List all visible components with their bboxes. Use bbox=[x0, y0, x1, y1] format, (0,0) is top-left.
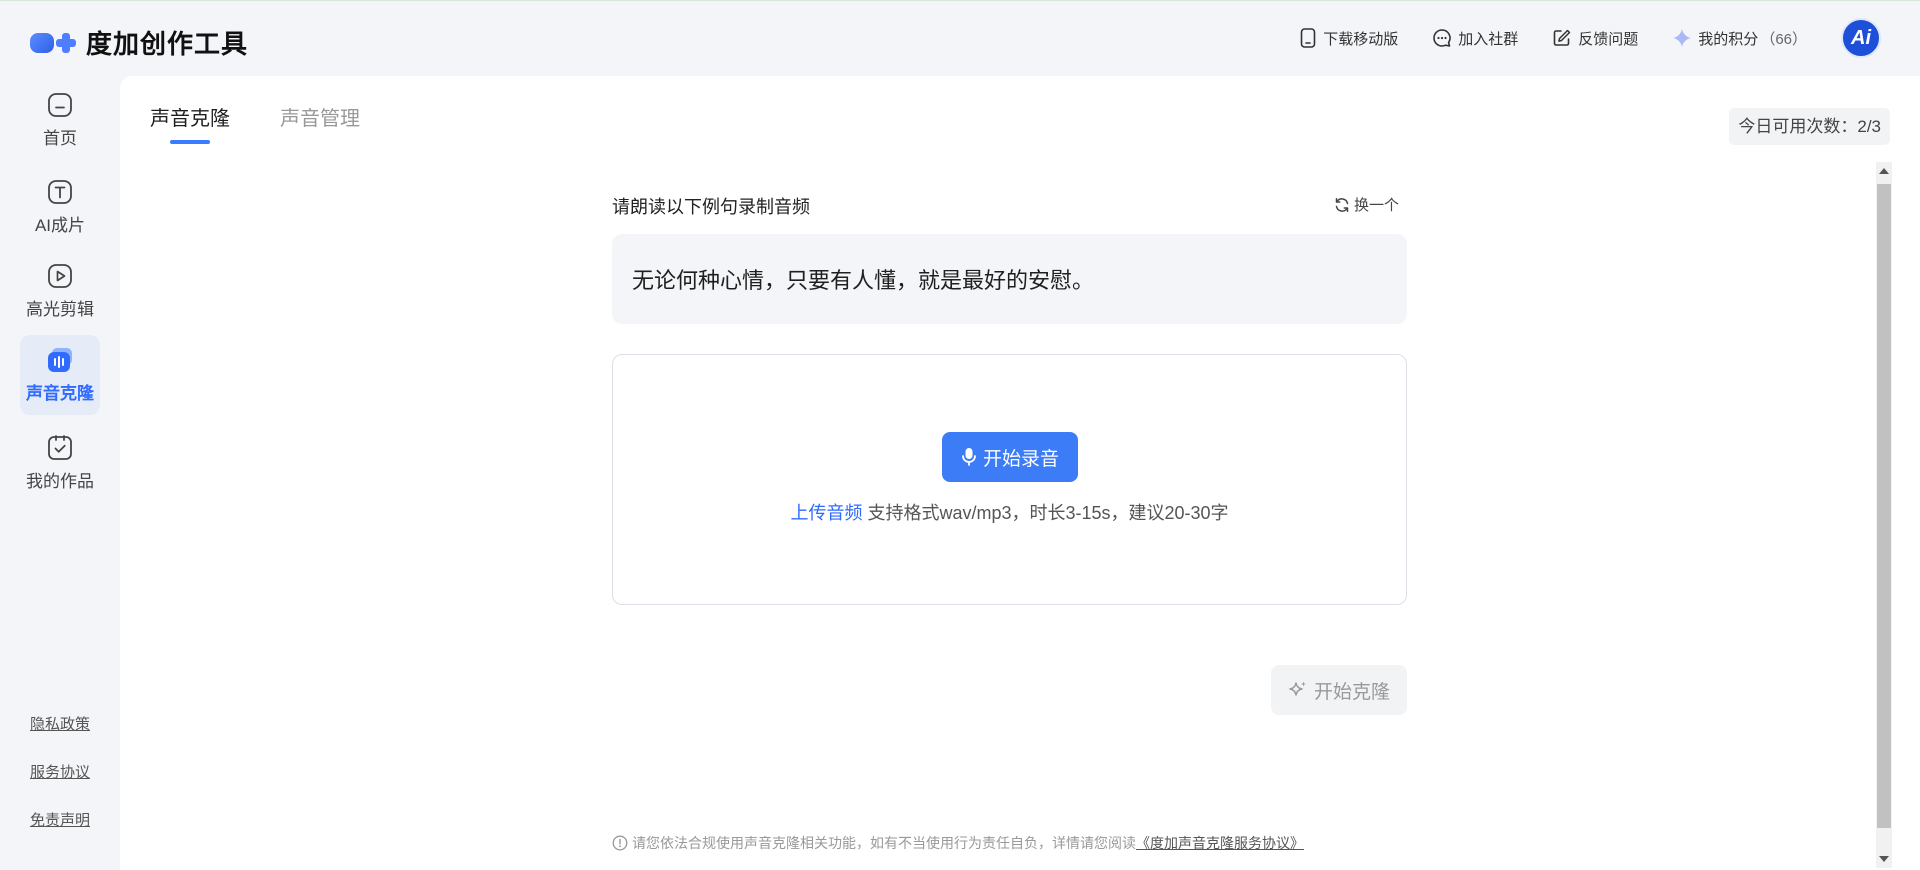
refresh-icon bbox=[1335, 197, 1349, 212]
download-mobile-label: 下载移动版 bbox=[1323, 30, 1399, 48]
microphone-icon bbox=[962, 448, 976, 466]
compliance-notice-text: 请您依法合规使用声音克隆相关功能，如有不当使用行为责任自负，详情请您阅读 bbox=[632, 835, 1136, 851]
disclaimer-link[interactable]: 免责声明 bbox=[0, 809, 120, 830]
start-recording-button[interactable]: 开始录音 bbox=[942, 432, 1078, 482]
top-actions: 下载移动版 加入社群 反馈问题 我的积分 （66） Ai bbox=[1299, 0, 1920, 76]
scroll-down-arrow[interactable] bbox=[1879, 856, 1889, 862]
avatar[interactable]: Ai bbox=[1841, 18, 1881, 58]
download-mobile-button[interactable]: 下载移动版 bbox=[1299, 28, 1398, 49]
sidebar-item-my-works[interactable]: 我的作品 bbox=[20, 423, 100, 503]
main-panel: 声音克隆 声音管理 今日可用次数：2/3 请朗读以下例句录制音频 换一个 无论何… bbox=[120, 76, 1920, 870]
sample-sentence: 无论何种心情，只要有人懂，就是最好的安慰。 bbox=[612, 234, 1407, 324]
scrollbar-thumb[interactable] bbox=[1877, 184, 1891, 828]
sparkle-icon bbox=[1289, 681, 1306, 696]
tab-voice-manage[interactable]: 声音管理 bbox=[280, 102, 360, 131]
scrollbar[interactable] bbox=[1876, 162, 1892, 868]
tab-voice-clone[interactable]: 声音克隆 bbox=[150, 102, 230, 144]
daily-quota-badge: 今日可用次数：2/3 bbox=[1729, 108, 1890, 145]
voice-clone-agreement-link[interactable]: 《度加声音克隆服务协议》 bbox=[1136, 833, 1304, 853]
start-clone-button[interactable]: 开始克隆 bbox=[1271, 665, 1407, 715]
my-points-label: 我的积分 bbox=[1698, 30, 1759, 48]
voice-icon bbox=[48, 347, 72, 372]
tab-label: 声音管理 bbox=[280, 108, 360, 130]
sparkle-icon bbox=[1673, 29, 1692, 47]
scroll-up-arrow[interactable] bbox=[1879, 168, 1889, 174]
text-icon bbox=[48, 179, 72, 204]
sidebar: 首页 AI成片 高光剪辑 声音克隆 我的作品 隐私政策 服务协议 免责声明 bbox=[0, 76, 120, 870]
play-icon bbox=[48, 263, 72, 288]
start-recording-label: 开始录音 bbox=[982, 448, 1059, 470]
prompt-title: 请朗读以下例句录制音频 bbox=[612, 197, 810, 217]
sidebar-item-home[interactable]: 首页 bbox=[20, 80, 100, 160]
service-agreement-link[interactable]: 服务协议 bbox=[0, 761, 120, 782]
sidebar-item-label: 高光剪辑 bbox=[26, 299, 94, 319]
active-tab-indicator bbox=[170, 140, 210, 144]
info-icon bbox=[612, 835, 628, 851]
app-name: 度加创作工具 bbox=[86, 29, 249, 59]
header: 度加创作工具 下载移动版 加入社群 反馈问题 我的积分 （66） Ai bbox=[0, 0, 1920, 76]
feedback-label: 反馈问题 bbox=[1578, 30, 1639, 48]
upload-hint-line: 上传音频 支持格式wav/mp3，时长3-15s，建议20-30字 bbox=[613, 499, 1406, 525]
sidebar-item-label: 我的作品 bbox=[26, 471, 94, 491]
my-points-button[interactable]: 我的积分 （66） bbox=[1672, 28, 1807, 49]
change-sentence-label: 换一个 bbox=[1354, 197, 1400, 214]
edit-icon bbox=[1553, 29, 1571, 46]
sample-sentence-text: 无论何种心情，只要有人懂，就是最好的安慰。 bbox=[632, 268, 1095, 293]
sidebar-item-highlight-edit[interactable]: 高光剪辑 bbox=[20, 251, 100, 331]
compliance-notice: 请您依法合规使用声音克隆相关功能，如有不当使用行为责任自负，详情请您阅读 《度加声… bbox=[612, 833, 1304, 853]
sidebar-item-label: 声音克隆 bbox=[26, 383, 94, 403]
recording-area: 开始录音 上传音频 支持格式wav/mp3，时长3-15s，建议20-30字 bbox=[612, 354, 1407, 605]
points-count: （66） bbox=[1760, 30, 1807, 48]
logo-icon bbox=[30, 29, 80, 57]
start-clone-label: 开始克隆 bbox=[1313, 681, 1390, 703]
mobile-icon bbox=[1300, 28, 1316, 48]
sidebar-item-label: 首页 bbox=[43, 128, 77, 148]
upload-audio-link[interactable]: 上传音频 bbox=[790, 503, 862, 523]
works-icon bbox=[48, 434, 72, 460]
change-sentence-button[interactable]: 换一个 bbox=[1334, 194, 1399, 215]
home-icon bbox=[48, 92, 72, 117]
privacy-policy-link[interactable]: 隐私政策 bbox=[0, 713, 120, 734]
sidebar-item-label: AI成片 bbox=[34, 215, 86, 235]
join-community-label: 加入社群 bbox=[1458, 30, 1519, 48]
join-community-button[interactable]: 加入社群 bbox=[1432, 28, 1518, 49]
tab-label: 声音克隆 bbox=[150, 108, 230, 130]
sidebar-item-voice-clone[interactable]: 声音克隆 bbox=[20, 335, 100, 415]
sidebar-item-ai-video[interactable]: AI成片 bbox=[20, 167, 100, 247]
chat-icon bbox=[1433, 29, 1452, 47]
upload-hint: 支持格式wav/mp3，时长3-15s，建议20-30字 bbox=[862, 503, 1229, 523]
app-logo[interactable]: 度加创作工具 bbox=[30, 24, 248, 61]
feedback-button[interactable]: 反馈问题 bbox=[1552, 28, 1638, 49]
